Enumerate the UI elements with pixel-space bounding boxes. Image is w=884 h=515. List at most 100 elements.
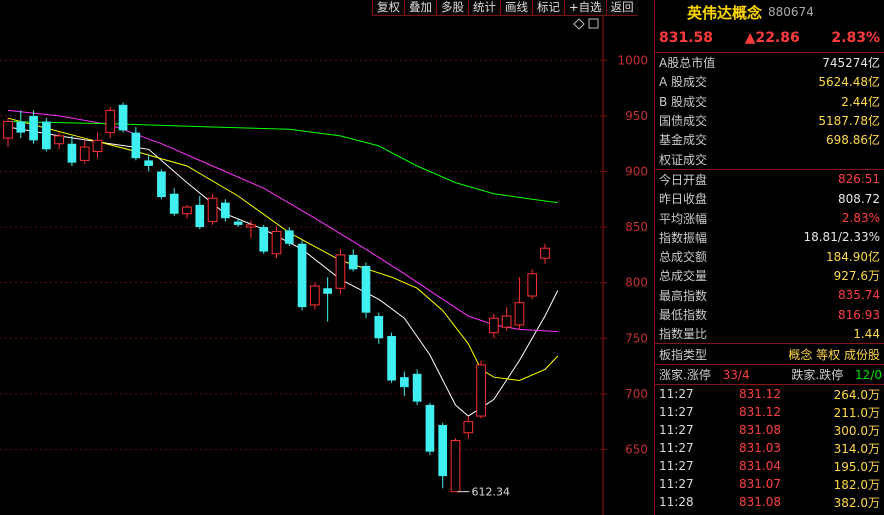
- down-count-value: 12/0: [855, 367, 882, 382]
- stat-row: A股总市值 745274亿: [655, 53, 884, 72]
- stat-label: A 股成交: [659, 75, 708, 90]
- index-type-tags[interactable]: 概念 等权 成份股: [788, 346, 880, 363]
- stat-label: B 股成交: [659, 94, 708, 109]
- tick-volume: 211.0万: [833, 405, 880, 420]
- candle-body: [221, 202, 230, 219]
- tick-row: 11:28 831.08 382.0万: [655, 493, 884, 511]
- tick-price: 831.12: [739, 387, 781, 402]
- stat-label: 最高指数: [659, 288, 708, 303]
- quote-panel: 英伟达概念 880674 831.58 ▲22.86 2.83% A股总市值 74…: [654, 0, 884, 515]
- stat-value: 2.44亿: [841, 94, 880, 109]
- tick-row: 11:27 831.08 300.0万: [655, 421, 884, 439]
- y-tick-label: 1000: [617, 53, 648, 67]
- stat-row: 平均涨幅 2.83%: [655, 208, 884, 227]
- y-tick-label: 800: [625, 276, 648, 290]
- candle-body: [105, 109, 116, 134]
- candle-body: [259, 227, 269, 252]
- tick-time: 11:27: [659, 405, 694, 420]
- candle-body: [118, 104, 128, 131]
- stat-row: 总成交额 184.90亿: [655, 247, 884, 266]
- stat-row: B 股成交 2.44亿: [655, 92, 884, 111]
- kline-chart[interactable]: 1000 950 900 850 800 750 700 650 612.34: [0, 0, 652, 515]
- tick-row: 11:27 831.07 182.0万: [655, 475, 884, 493]
- stat-row: A 股成交 5624.48亿: [655, 72, 884, 91]
- stat-row: 权证成交: [655, 149, 884, 168]
- stat-value: 816.93: [838, 307, 880, 322]
- candle-body: [182, 206, 192, 215]
- stat-label: 指数量比: [659, 327, 708, 342]
- tick-time: 11:27: [659, 477, 694, 492]
- y-tick-label: 650: [625, 442, 648, 456]
- stat-value: 2.83%: [841, 211, 880, 226]
- candle-body: [16, 121, 26, 133]
- index-name: 英伟达概念: [687, 3, 763, 22]
- stat-value: 18.81/2.33%: [803, 230, 880, 245]
- candle-body: [361, 266, 371, 313]
- up-count-label: 涨家.涨停: [659, 367, 711, 382]
- moving-average-line: [7, 121, 558, 204]
- tick-volume: 300.0万: [833, 423, 880, 438]
- tick-time: 11:27: [659, 441, 694, 456]
- stat-row: 最低指数 816.93: [655, 305, 884, 324]
- stat-value: 927.6万: [833, 269, 880, 284]
- candle-body: [374, 316, 384, 339]
- candle-body: [425, 404, 435, 452]
- kline-chart-area[interactable]: 1000 950 900 850 800 750 700 650 612.34 复权 叠加 多股…: [0, 0, 652, 515]
- back-button[interactable]: 返回: [605, 0, 638, 16]
- stat-row: 总成交量 927.6万: [655, 266, 884, 285]
- tick-list[interactable]: 11:27 831.12 264.0万 11:27 831.12 211.0万 11:27 8…: [655, 384, 884, 511]
- y-tick-label: 950: [625, 109, 648, 123]
- candle-body: [54, 135, 64, 145]
- stat-label: 总成交量: [659, 269, 708, 284]
- tick-time: 11:27: [659, 423, 694, 438]
- tick-time: 11:27: [659, 459, 694, 474]
- last-price: 831.58: [659, 30, 714, 46]
- stat-value: 745274亿: [822, 56, 880, 71]
- stat-row: 最高指数 835.74: [655, 286, 884, 305]
- tick-price: 831.08: [739, 495, 781, 510]
- stat-label: 基金成交: [659, 133, 708, 148]
- candle-body: [323, 288, 332, 294]
- stat-label: 最低指数: [659, 308, 708, 322]
- candle-body: [284, 230, 294, 244]
- tick-price: 831.07: [739, 477, 781, 492]
- moving-average-line: [7, 109, 558, 333]
- candle-body: [387, 336, 396, 381]
- mark-button[interactable]: 标记: [532, 0, 564, 16]
- y-tick-label: 700: [625, 387, 648, 401]
- candle-body: [131, 132, 141, 159]
- index-title: 英伟达概念 880674: [655, 0, 884, 24]
- stat-label: 平均涨幅: [659, 211, 708, 226]
- chart-toolbar: 复权 叠加 多股 统计 画线 标记 +自选 返回: [372, 0, 638, 16]
- tick-row: 11:27 831.03 314.0万: [655, 439, 884, 457]
- candle-body: [297, 243, 307, 308]
- candle-body: [92, 139, 103, 153]
- tick-volume: 182.0万: [833, 477, 880, 492]
- candle-body: [348, 254, 358, 270]
- index-type-label: 板指类型: [659, 347, 708, 362]
- stat-label: 国债成交: [659, 114, 708, 129]
- statistics-button[interactable]: 统计: [468, 0, 500, 16]
- tick-row: 11:27 831.12 264.0万: [655, 385, 884, 403]
- y-tick-label: 900: [625, 165, 648, 179]
- candle-body: [463, 421, 474, 434]
- candle-body: [514, 302, 525, 326]
- restore-rights-button[interactable]: 复权: [372, 0, 404, 16]
- moving-average-line: [7, 126, 559, 417]
- draw-line-button[interactable]: 画线: [500, 0, 532, 16]
- tick-volume: 195.0万: [833, 459, 880, 474]
- overlay-button[interactable]: 叠加: [404, 0, 436, 16]
- stat-value: 698.86亿: [826, 133, 880, 148]
- candle-body: [144, 160, 153, 166]
- candle-body: [29, 115, 38, 141]
- stat-label: 今日开盘: [659, 172, 708, 187]
- stat-row: 今日开盘 826.51: [655, 168, 884, 189]
- multi-stock-button[interactable]: 多股: [436, 0, 468, 16]
- add-watchlist-button[interactable]: +自选: [564, 0, 606, 16]
- tick-price: 831.04: [739, 459, 781, 474]
- stat-value: 835.74: [838, 288, 880, 303]
- stats-list: A股总市值 745274亿 A 股成交 5624.48亿 B 股成交 2.44亿 国债成交 5…: [655, 53, 884, 343]
- stat-value: 1.44: [853, 326, 880, 341]
- candle-body: [271, 231, 282, 255]
- candle-body: [246, 224, 256, 228]
